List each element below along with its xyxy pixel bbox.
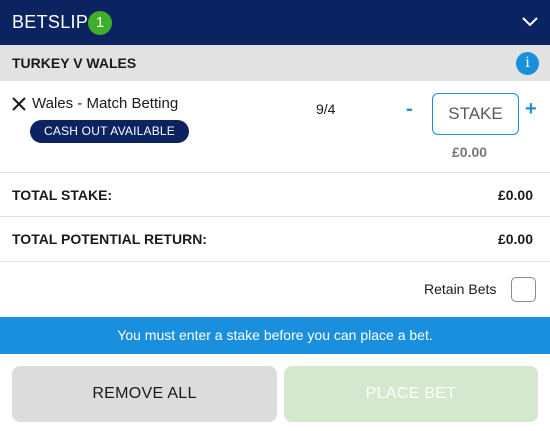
info-icon[interactable]: i	[516, 52, 539, 75]
betslip-header[interactable]: BETSLIP 1	[0, 0, 550, 45]
close-icon[interactable]	[12, 97, 26, 111]
total-return-row: TOTAL POTENTIAL RETURN: £0.00	[0, 217, 550, 261]
retain-bets-row: Retain Bets	[0, 262, 550, 316]
stake-input[interactable]	[432, 93, 519, 135]
retain-bets-label: Retain Bets	[424, 281, 497, 297]
total-stake-row: TOTAL STAKE: £0.00	[0, 173, 550, 217]
stake-required-notice: You must enter a stake before you can pl…	[0, 317, 550, 354]
selection-name: Wales - Match Betting	[32, 95, 179, 112]
total-stake-value: £0.00	[497, 187, 533, 203]
bet-count-badge: 1	[88, 11, 112, 35]
event-bar: TURKEY V WALES i	[0, 45, 550, 81]
event-name: TURKEY V WALES	[12, 55, 137, 71]
chevron-down-icon[interactable]	[521, 14, 539, 28]
potential-return-value: £0.00	[452, 144, 488, 160]
odds-value: 9/4	[316, 101, 336, 117]
cash-out-badge: CASH OUT AVAILABLE	[30, 120, 189, 143]
total-return-label: TOTAL POTENTIAL RETURN:	[12, 231, 207, 247]
bet-row: Wales - Match Betting CASH OUT AVAILABLE…	[0, 81, 550, 173]
remove-all-button[interactable]: REMOVE ALL	[12, 366, 277, 422]
betslip-title: BETSLIP	[12, 12, 89, 32]
decrease-stake-button[interactable]: -	[406, 98, 413, 121]
total-stake-label: TOTAL STAKE:	[12, 187, 113, 203]
total-return-value: £0.00	[497, 231, 533, 247]
increase-stake-button[interactable]: +	[525, 98, 537, 121]
place-bet-button[interactable]: PLACE BET	[284, 366, 538, 422]
retain-bets-checkbox[interactable]	[511, 277, 536, 302]
